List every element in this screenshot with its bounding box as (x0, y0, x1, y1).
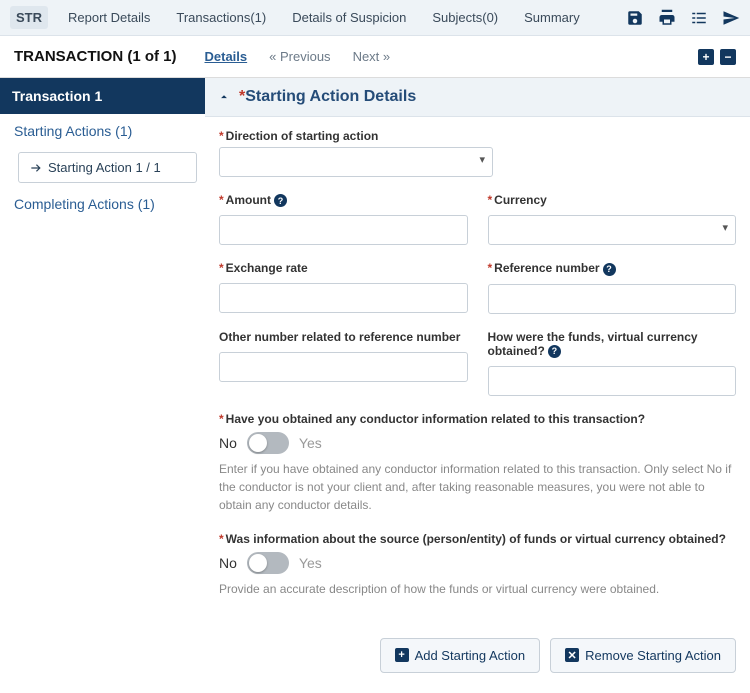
section-header: *Starting Action Details (205, 78, 750, 117)
source-yes-label: Yes (299, 555, 322, 571)
obtained-label: How were the funds, virtual currency obt… (488, 330, 737, 358)
conductor-question: *Have you obtained any conductor informa… (219, 412, 736, 426)
obtained-help-icon[interactable]: ? (548, 345, 561, 358)
direction-label: *Direction of starting action (219, 129, 736, 143)
save-icon[interactable] (626, 9, 644, 27)
refnum-label: *Reference number? (488, 261, 737, 275)
exchange-input[interactable] (219, 283, 468, 313)
main-panel: *Starting Action Details *Direction of s… (205, 78, 750, 693)
section-title: *Starting Action Details (239, 88, 416, 106)
currency-select[interactable] (488, 215, 737, 245)
source-no-label: No (219, 555, 237, 571)
sidebar-transaction-header[interactable]: Transaction 1 (0, 78, 205, 114)
refnum-help-icon[interactable]: ? (603, 263, 616, 276)
tab-subjects[interactable]: Subjects(0) (426, 6, 504, 29)
direction-select[interactable] (219, 147, 493, 177)
send-icon[interactable] (722, 9, 740, 27)
source-question: *Was information about the source (perso… (219, 532, 736, 546)
amount-input[interactable] (219, 215, 468, 245)
next-button[interactable]: Next » (353, 49, 391, 64)
conductor-toggle[interactable] (247, 432, 289, 454)
obtained-input[interactable] (488, 366, 737, 396)
otherref-label: Other number related to reference number (219, 330, 468, 344)
collapse-button[interactable]: − (720, 49, 736, 65)
plus-icon: + (395, 648, 409, 662)
chevron-up-icon[interactable] (217, 90, 231, 104)
remove-icon: ✕ (565, 648, 579, 662)
refnum-input[interactable] (488, 284, 737, 314)
tab-transactions[interactable]: Transactions(1) (170, 6, 272, 29)
expand-button[interactable]: + (698, 49, 714, 65)
currency-label: *Currency (488, 193, 737, 207)
print-icon[interactable] (658, 9, 676, 27)
tab-report-details[interactable]: Report Details (62, 6, 156, 29)
remove-starting-action-button[interactable]: ✕ Remove Starting Action (550, 638, 736, 673)
arrow-right-icon (29, 161, 43, 175)
checklist-icon[interactable] (690, 9, 708, 27)
top-tabs: STR Report Details Transactions(1) Detai… (10, 6, 586, 29)
add-starting-action-button[interactable]: + Add Starting Action (380, 638, 541, 673)
sidebar-item-completing[interactable]: Completing Actions (1) (0, 187, 205, 221)
amount-label: *Amount? (219, 193, 468, 207)
subtab-details[interactable]: Details (205, 49, 248, 64)
tab-summary[interactable]: Summary (518, 6, 586, 29)
tab-suspicion[interactable]: Details of Suspicion (286, 6, 412, 29)
otherref-input[interactable] (219, 352, 468, 382)
sidebar-item-starting-action[interactable]: Starting Action 1 / 1 (18, 152, 197, 183)
sidebar-item-starting[interactable]: Starting Actions (1) (0, 114, 205, 148)
exchange-label: *Exchange rate (219, 261, 468, 275)
amount-help-icon[interactable]: ? (274, 194, 287, 207)
sidebar: Transaction 1 Starting Actions (1) Start… (0, 78, 205, 693)
conductor-no-label: No (219, 435, 237, 451)
topbar-icons (626, 9, 740, 27)
conductor-yes-label: Yes (299, 435, 322, 451)
conductor-hint: Enter if you have obtained any conductor… (219, 460, 736, 514)
transaction-header: TRANSACTION (1 of 1) (14, 48, 177, 65)
source-toggle[interactable] (247, 552, 289, 574)
tab-str[interactable]: STR (10, 6, 48, 29)
sidebar-subitem-label: Starting Action 1 / 1 (48, 160, 161, 175)
prev-button[interactable]: « Previous (269, 49, 330, 64)
